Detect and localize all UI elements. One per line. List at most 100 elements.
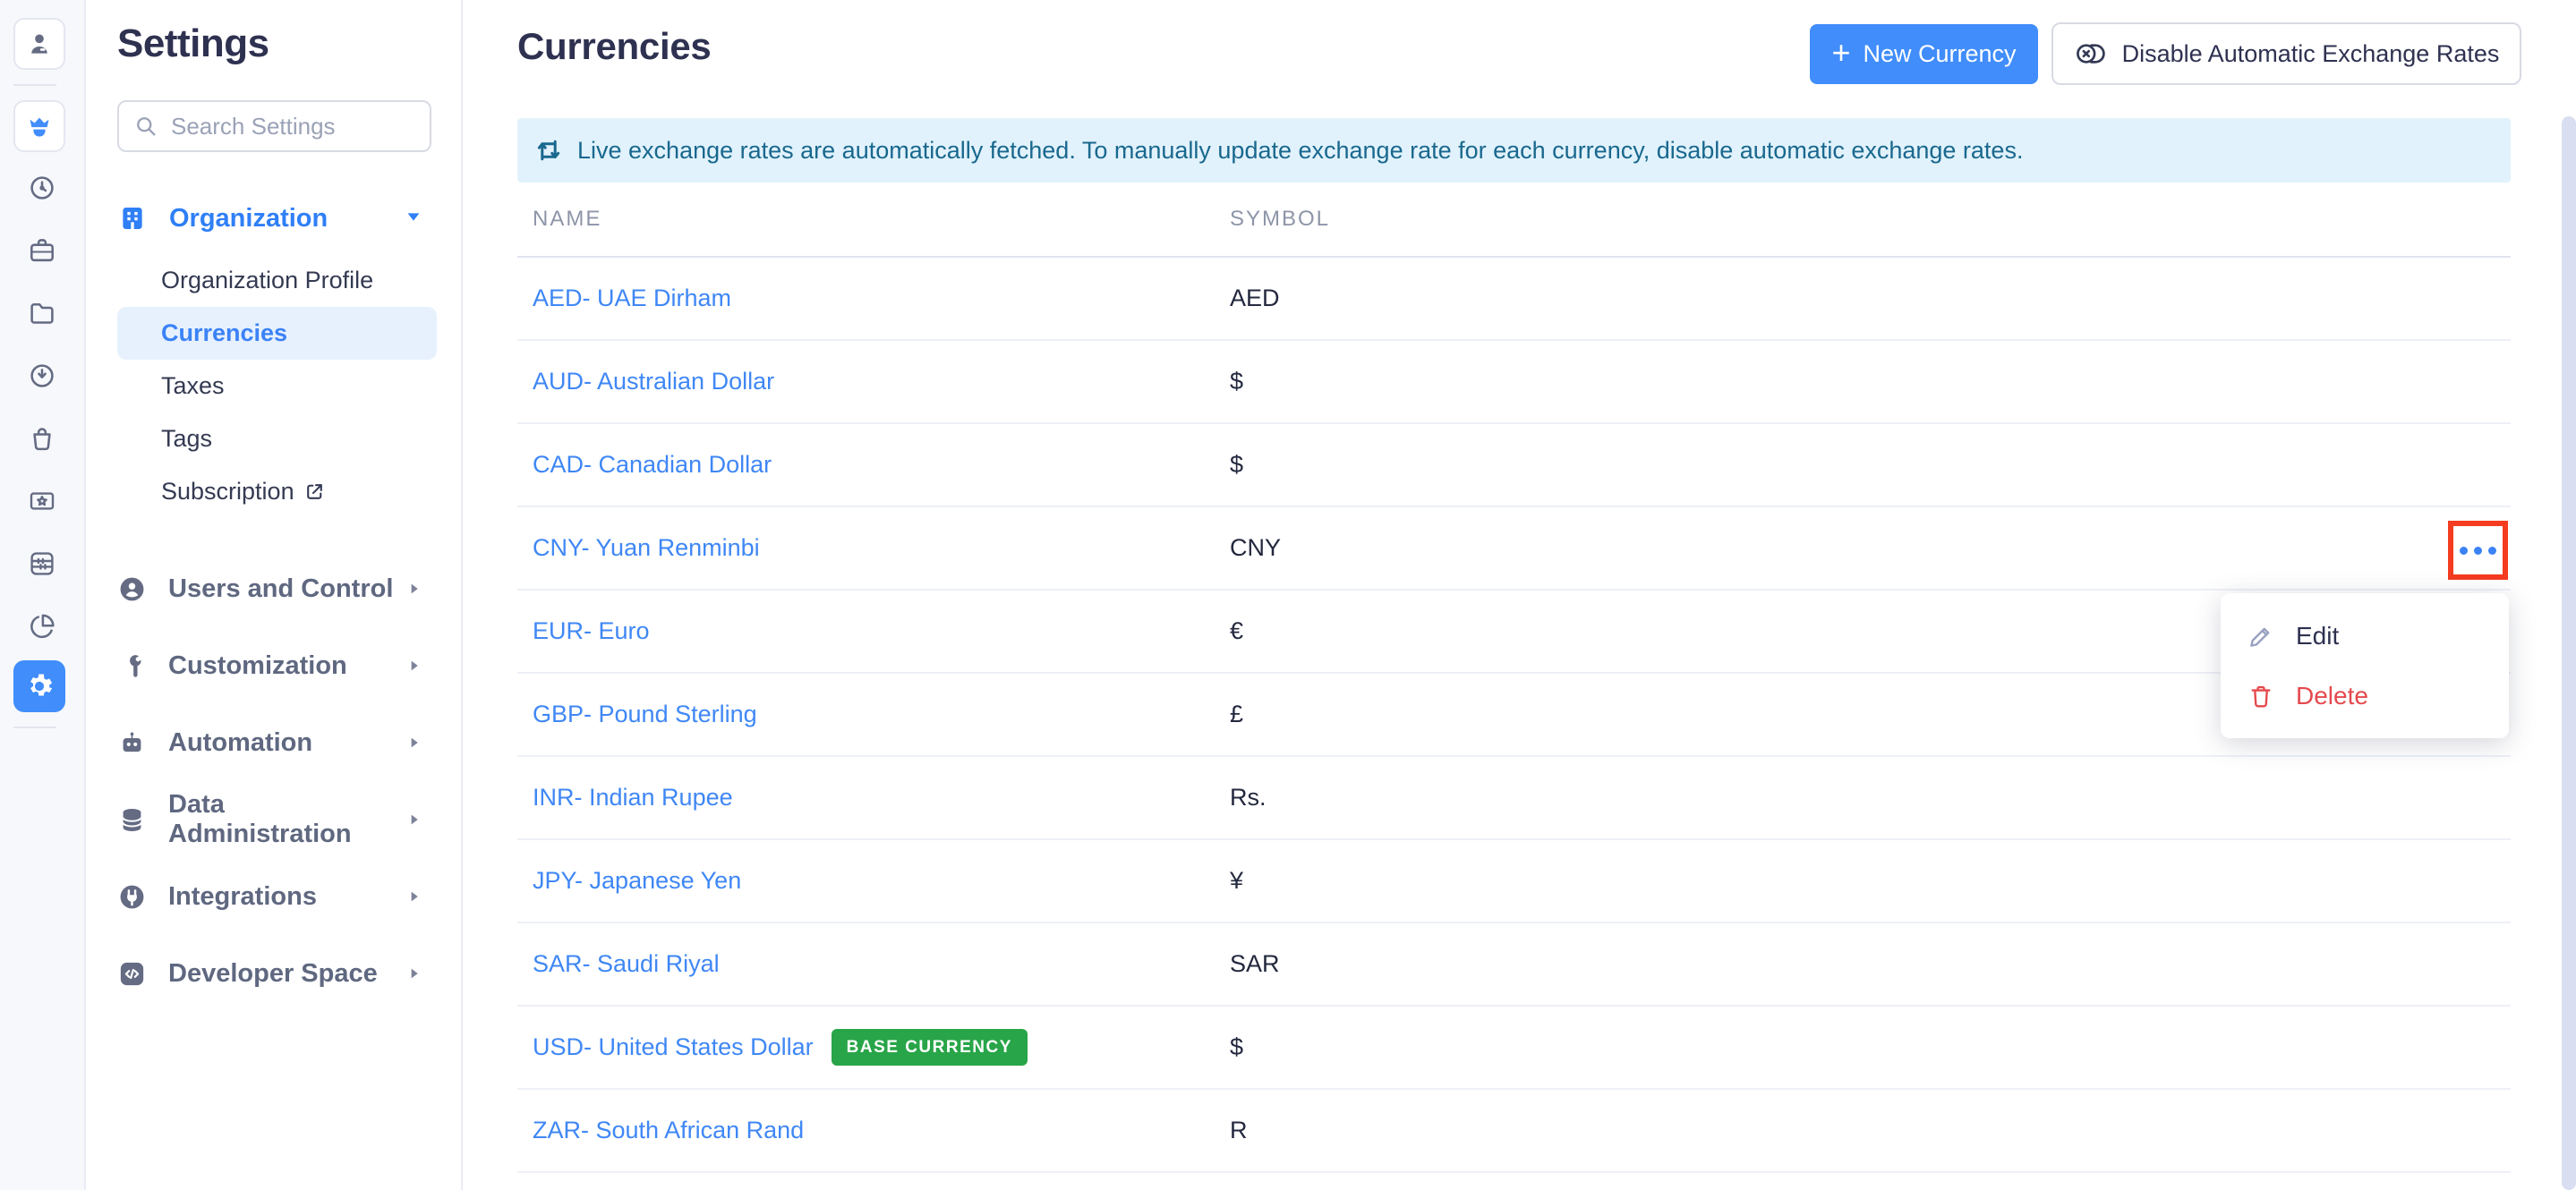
currency-symbol: $ — [1230, 451, 1243, 479]
rail-button-history-clock[interactable] — [13, 347, 71, 404]
row-actions-button[interactable] — [2454, 541, 2502, 560]
currency-symbol: ¥ — [1230, 867, 1243, 895]
sidebar-section-label: Integrations — [168, 882, 317, 912]
chevron-right-icon — [405, 811, 423, 829]
chevron-right-icon — [405, 580, 423, 598]
context-menu-item-edit[interactable]: Edit — [2221, 606, 2509, 666]
database-icon — [117, 805, 147, 835]
vertical-scrollbar-thumb[interactable] — [2562, 116, 2576, 1190]
user-profile-icon — [24, 29, 55, 59]
currency-symbol: AED — [1230, 285, 1280, 312]
sidebar-section-developer-space[interactable]: Developer Space — [117, 935, 439, 1012]
sidebar-item-organization-profile[interactable]: Organization Profile — [117, 254, 437, 307]
table-row[interactable]: ZAR- South African Rand R — [517, 1090, 2511, 1173]
base-currency-badge: BASE CURRENCY — [832, 1029, 1028, 1066]
sidebar-section-customization[interactable]: Customization — [117, 627, 439, 704]
table-row[interactable]: JPY- Japanese Yen ¥ — [517, 840, 2511, 923]
sidebar-item-currencies[interactable]: Currencies — [117, 307, 437, 360]
rail-button-user-profile[interactable] — [13, 18, 65, 70]
currency-name-link[interactable]: AED- UAE Dirham — [533, 285, 731, 312]
currency-symbol: $ — [1230, 368, 1243, 395]
rail-button-briefcase[interactable] — [13, 222, 71, 279]
settings-sidebar: Settings Organization Organization Profi… — [86, 0, 463, 1190]
wrench-icon — [117, 651, 147, 681]
currencies-table: NAME SYMBOL AED- UAE Dirham AED AUD- Aus… — [517, 183, 2511, 1173]
rail-button-crown[interactable] — [13, 100, 65, 152]
sidebar-section-integrations[interactable]: Integrations — [117, 858, 439, 935]
rail-divider — [13, 727, 56, 728]
robot-icon — [117, 728, 147, 758]
search-settings-input[interactable] — [171, 113, 415, 140]
new-currency-button[interactable]: + New Currency — [1810, 24, 2038, 84]
dot — [2460, 547, 2468, 555]
sidebar-section-data-administration[interactable]: Data Administration — [117, 781, 439, 858]
currency-name-link[interactable]: GBP- Pound Sterling — [533, 701, 757, 728]
rail-button-folder[interactable] — [13, 285, 71, 342]
currency-name-link[interactable]: CNY- Yuan Renminbi — [533, 534, 760, 562]
currency-symbol: $ — [1230, 1033, 1243, 1061]
rail-divider — [13, 84, 56, 86]
star-card-icon — [26, 485, 58, 517]
pencil-icon — [2248, 623, 2296, 650]
currency-name-link[interactable]: USD- United States Dollar — [533, 1033, 814, 1061]
sidebar-item-label: Taxes — [161, 372, 225, 400]
currency-name-link[interactable]: JPY- Japanese Yen — [533, 867, 741, 895]
table-row[interactable]: GBP- Pound Sterling £ — [517, 674, 2511, 757]
table-row[interactable]: SAR- Saudi Riyal SAR — [517, 923, 2511, 1007]
sidebar-item-label: Organization Profile — [161, 267, 373, 294]
table-row[interactable]: AED- UAE Dirham AED — [517, 258, 2511, 341]
rail-button-abacus[interactable] — [13, 535, 71, 592]
repeat-sync-icon — [533, 134, 565, 166]
folder-icon — [26, 297, 58, 329]
rail-button-star-card[interactable] — [13, 472, 71, 530]
table-row[interactable]: INR- Indian Rupee Rs. — [517, 757, 2511, 840]
left-icon-rail — [0, 0, 86, 1190]
dot — [2488, 547, 2496, 555]
column-header-symbol: SYMBOL — [1230, 207, 1330, 232]
rail-button-shopping-bag[interactable] — [13, 410, 71, 467]
pie-chart-icon — [26, 610, 58, 642]
context-menu-item-label: Delete — [2296, 682, 2368, 710]
chevron-right-icon — [405, 888, 423, 905]
disable-exchange-rates-label: Disable Automatic Exchange Rates — [2122, 40, 2500, 68]
sidebar-section-automation[interactable]: Automation — [117, 704, 439, 781]
table-row[interactable]: AUD- Australian Dollar $ — [517, 341, 2511, 424]
rail-button-gauge-clock[interactable] — [13, 159, 71, 217]
sidebar-item-label: Tags — [161, 425, 212, 453]
caret-down-icon — [404, 207, 423, 231]
table-row[interactable]: EUR- Euro € — [517, 591, 2511, 674]
crown-icon — [24, 111, 55, 141]
sidebar-item-label: Subscription — [161, 478, 294, 506]
rail-button-pie-chart[interactable] — [13, 598, 71, 655]
currency-symbol: € — [1230, 617, 1243, 645]
currency-name-link[interactable]: INR- Indian Rupee — [533, 784, 733, 812]
users-icon — [117, 574, 147, 604]
rail-button-settings-gear[interactable] — [13, 660, 65, 712]
new-currency-label: New Currency — [1863, 40, 2016, 68]
table-row[interactable]: CAD- Canadian Dollar $ — [517, 424, 2511, 507]
page-title: Currencies — [517, 25, 711, 68]
sidebar-item-subscription[interactable]: Subscription — [117, 465, 437, 518]
currency-name-link[interactable]: AUD- Australian Dollar — [533, 368, 774, 395]
currency-name-link[interactable]: ZAR- South African Rand — [533, 1117, 804, 1144]
sidebar-section-label: Developer Space — [168, 959, 378, 989]
row-context-menu: Edit Delete — [2221, 593, 2509, 738]
context-menu-item-delete[interactable]: Delete — [2221, 666, 2509, 726]
currency-name-link[interactable]: EUR- Euro — [533, 617, 650, 645]
sidebar-section-organization[interactable]: Organization — [117, 195, 439, 242]
table-row[interactable]: USD- United States Dollar BASE CURRENCY … — [517, 1007, 2511, 1090]
disable-exchange-rates-button[interactable]: Disable Automatic Exchange Rates — [2051, 22, 2521, 85]
currency-symbol: R — [1230, 1117, 1248, 1144]
search-settings-box[interactable] — [117, 100, 431, 152]
sidebar-item-taxes[interactable]: Taxes — [117, 360, 437, 412]
sidebar-section-label: Customization — [168, 651, 347, 681]
currencies-page: Currencies + New Currency Disable Automa… — [463, 0, 2576, 1190]
sidebar-section-users-and-control[interactable]: Users and Control — [117, 550, 439, 627]
sidebar-item-tags[interactable]: Tags — [117, 412, 437, 465]
currency-symbol: CNY — [1230, 534, 1281, 562]
table-row[interactable]: CNY- Yuan Renminbi CNY — [517, 507, 2511, 591]
sidebar-section-label: Users and Control — [168, 574, 393, 604]
currency-name-link[interactable]: CAD- Canadian Dollar — [533, 451, 772, 479]
currency-name-link[interactable]: SAR- Saudi Riyal — [533, 950, 720, 978]
plus-icon: + — [1831, 37, 1850, 69]
